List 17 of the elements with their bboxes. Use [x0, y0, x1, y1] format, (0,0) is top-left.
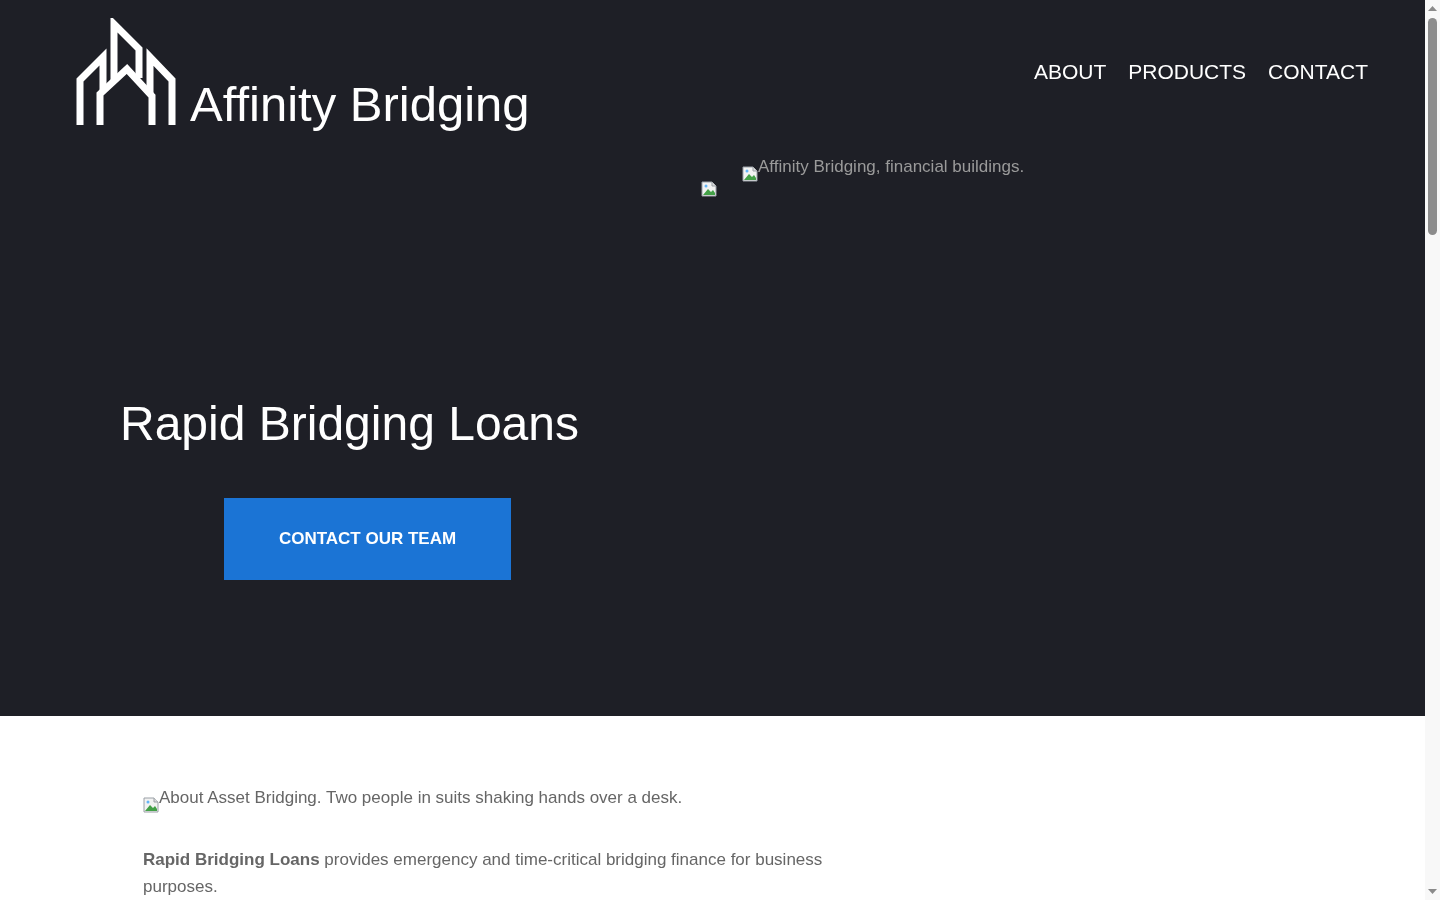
- scroll-down-arrow-icon[interactable]: [1428, 889, 1437, 894]
- nav-link[interactable]: CONTACT: [1268, 60, 1368, 84]
- intro-paragraph: Rapid Bridging Loans provides emergency and time-critical bridging finance for business purposes.: [143, 849, 824, 898]
- broken-image-icon: [701, 181, 717, 197]
- image-alt-text: Affinity Bridging, financial buildings.: [758, 158, 1025, 176]
- logo-text: Affinity Bridging: [190, 80, 530, 129]
- scroll-up-arrow-icon[interactable]: [1428, 6, 1437, 11]
- contact-team-button[interactable]: CONTACT OUR TEAM: [224, 498, 511, 580]
- scrollbar[interactable]: [1425, 0, 1440, 900]
- hero-title: Rapid Bridging Loans: [120, 396, 579, 452]
- nav-link[interactable]: ABOUT: [1033, 60, 1107, 84]
- scrollbar-thumb[interactable]: [1428, 18, 1437, 235]
- image-alt-text: About Asset Bridging. Two people in suits shaking hands over a desk.: [159, 789, 683, 807]
- nav-link[interactable]: PRODUCTS: [1128, 60, 1247, 84]
- broken-image-icon: [742, 166, 758, 182]
- buildings-logo-icon: [76, 18, 176, 125]
- broken-image-icon: [143, 797, 159, 813]
